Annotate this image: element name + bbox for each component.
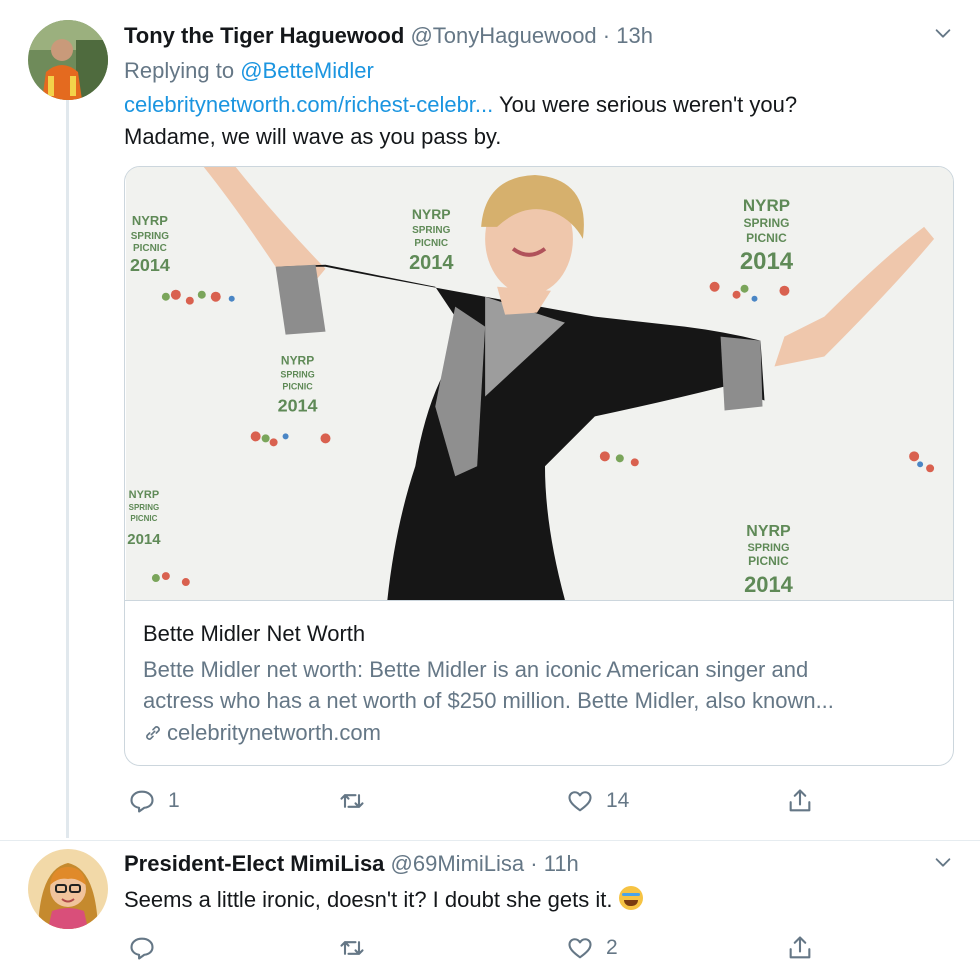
share-button[interactable] — [786, 784, 826, 818]
svg-text:2014: 2014 — [409, 252, 453, 274]
tweet-header: President-Elect MimiLisa @69MimiLisa · 1… — [124, 849, 579, 879]
share-icon — [789, 789, 811, 812]
timestamp[interactable]: 13h — [616, 23, 653, 48]
backdrop-sign: NYRP SPRING PICNIC 2014 — [278, 354, 318, 416]
svg-text:NYRP: NYRP — [746, 523, 791, 540]
replying-to-handle[interactable]: @BetteMidler — [240, 58, 374, 83]
backdrop-sign: NYRP SPRING PICNIC 2014 — [130, 213, 170, 275]
like-icon — [568, 938, 592, 959]
tweet-text: celebritynetworth.com/richest-celebr... … — [124, 89, 797, 153]
card-description-line-1: Bette Midler net worth: Bette Midler is … — [143, 657, 809, 682]
tweet-text-line-2: Madame, we will wave as you pass by. — [124, 124, 502, 149]
tweet[interactable]: President-Elect MimiLisa @69MimiLisa · 1… — [0, 840, 980, 970]
card-domain[interactable]: celebritynetworth.com — [143, 718, 381, 748]
svg-text:NYRP: NYRP — [129, 489, 159, 501]
separator-dot: · — [530, 851, 538, 876]
svg-text:PICNIC: PICNIC — [746, 231, 787, 245]
backdrop-sign: NYRP SPRING PICNIC 2014 — [744, 523, 794, 597]
tweet-link[interactable]: celebritynetworth.com/richest-celebr... — [124, 92, 493, 117]
svg-text:2014: 2014 — [127, 531, 161, 548]
tweet[interactable]: Tony the Tiger Haguewood @TonyHaguewood … — [0, 0, 980, 840]
avatar[interactable] — [28, 20, 108, 100]
chevron-down-icon[interactable] — [932, 851, 954, 873]
user-handle[interactable]: @69MimiLisa — [391, 851, 525, 876]
svg-text:2014: 2014 — [130, 255, 170, 275]
like-button[interactable]: 14 — [566, 784, 629, 818]
backdrop-sign: NYRP SPRING PICNIC 2014 — [127, 489, 161, 548]
tweet-actions: 2 — [124, 931, 844, 965]
svg-text:PICNIC: PICNIC — [130, 514, 157, 523]
avatar[interactable] — [28, 849, 108, 929]
tweet-text-line-1: You were serious weren't you? — [493, 92, 798, 117]
svg-text:2014: 2014 — [744, 572, 794, 597]
svg-text:SPRING: SPRING — [747, 542, 789, 554]
like-count: 2 — [606, 936, 618, 959]
like-button[interactable]: 2 — [566, 931, 618, 965]
timestamp[interactable]: 11h — [544, 851, 579, 876]
retweet-icon — [340, 941, 364, 955]
card-title[interactable]: Bette Midler Net Worth — [143, 619, 365, 649]
svg-text:NYRP: NYRP — [743, 196, 790, 215]
svg-text:PICNIC: PICNIC — [282, 381, 313, 391]
retweet-button[interactable] — [338, 931, 378, 965]
tweet-header: Tony the Tiger Haguewood @TonyHaguewood … — [124, 21, 653, 51]
tweet-text: Seems a little ironic, doesn't it? I dou… — [124, 884, 643, 916]
link-card[interactable]: NYRP SPRING PICNIC 2014 NYRP SPRING PICN… — [124, 166, 954, 766]
svg-text:NYRP: NYRP — [412, 206, 451, 222]
svg-text:2014: 2014 — [278, 395, 318, 415]
retweet-icon — [340, 794, 364, 808]
replying-to-label: Replying to — [124, 58, 235, 83]
chevron-down-icon[interactable] — [932, 22, 954, 44]
svg-text:SPRING: SPRING — [280, 370, 314, 380]
svg-text:SPRING: SPRING — [412, 225, 450, 236]
svg-text:PICNIC: PICNIC — [133, 243, 167, 254]
like-icon — [568, 791, 592, 812]
like-count: 14 — [606, 789, 630, 812]
svg-text:PICNIC: PICNIC — [414, 238, 448, 249]
share-icon — [789, 936, 811, 959]
svg-text:NYRP: NYRP — [132, 213, 168, 228]
retweet-button[interactable] — [338, 784, 378, 818]
svg-text:PICNIC: PICNIC — [748, 554, 789, 568]
replying-to: Replying to @BetteMidler — [124, 55, 374, 87]
svg-text:SPRING: SPRING — [131, 231, 169, 242]
face-with-tears-of-joy-emoji — [618, 886, 643, 910]
card-domain-text: celebritynetworth.com — [167, 720, 381, 745]
card-description-line-2: actress who has a net worth of $250 mill… — [143, 688, 834, 713]
user-handle[interactable]: @TonyHaguewood — [410, 23, 596, 48]
reply-icon — [130, 937, 154, 960]
reply-button[interactable] — [128, 931, 168, 965]
tweet-text-body: Seems a little ironic, doesn't it? I dou… — [124, 887, 619, 912]
reply-icon — [130, 790, 154, 813]
card-image[interactable]: NYRP SPRING PICNIC 2014 NYRP SPRING PICN… — [125, 167, 954, 601]
share-button[interactable] — [786, 931, 826, 965]
backdrop-sign: NYRP SPRING PICNIC 2014 — [409, 206, 453, 274]
card-description: Bette Midler net worth: Bette Midler is … — [143, 654, 943, 716]
display-name[interactable]: Tony the Tiger Haguewood — [124, 23, 404, 48]
display-name[interactable]: President-Elect MimiLisa — [124, 851, 384, 876]
separator-dot: · — [602, 23, 611, 48]
svg-text:SPRING: SPRING — [129, 503, 160, 512]
reply-button[interactable]: 1 — [128, 784, 180, 818]
svg-text:SPRING: SPRING — [744, 216, 790, 230]
svg-text:2014: 2014 — [740, 248, 794, 275]
link-icon — [146, 726, 160, 740]
svg-text:NYRP: NYRP — [281, 354, 314, 368]
backdrop-sign: NYRP SPRING PICNIC 2014 — [740, 196, 794, 275]
reply-count: 1 — [168, 789, 180, 812]
tweet-actions: 1 14 — [124, 784, 844, 818]
